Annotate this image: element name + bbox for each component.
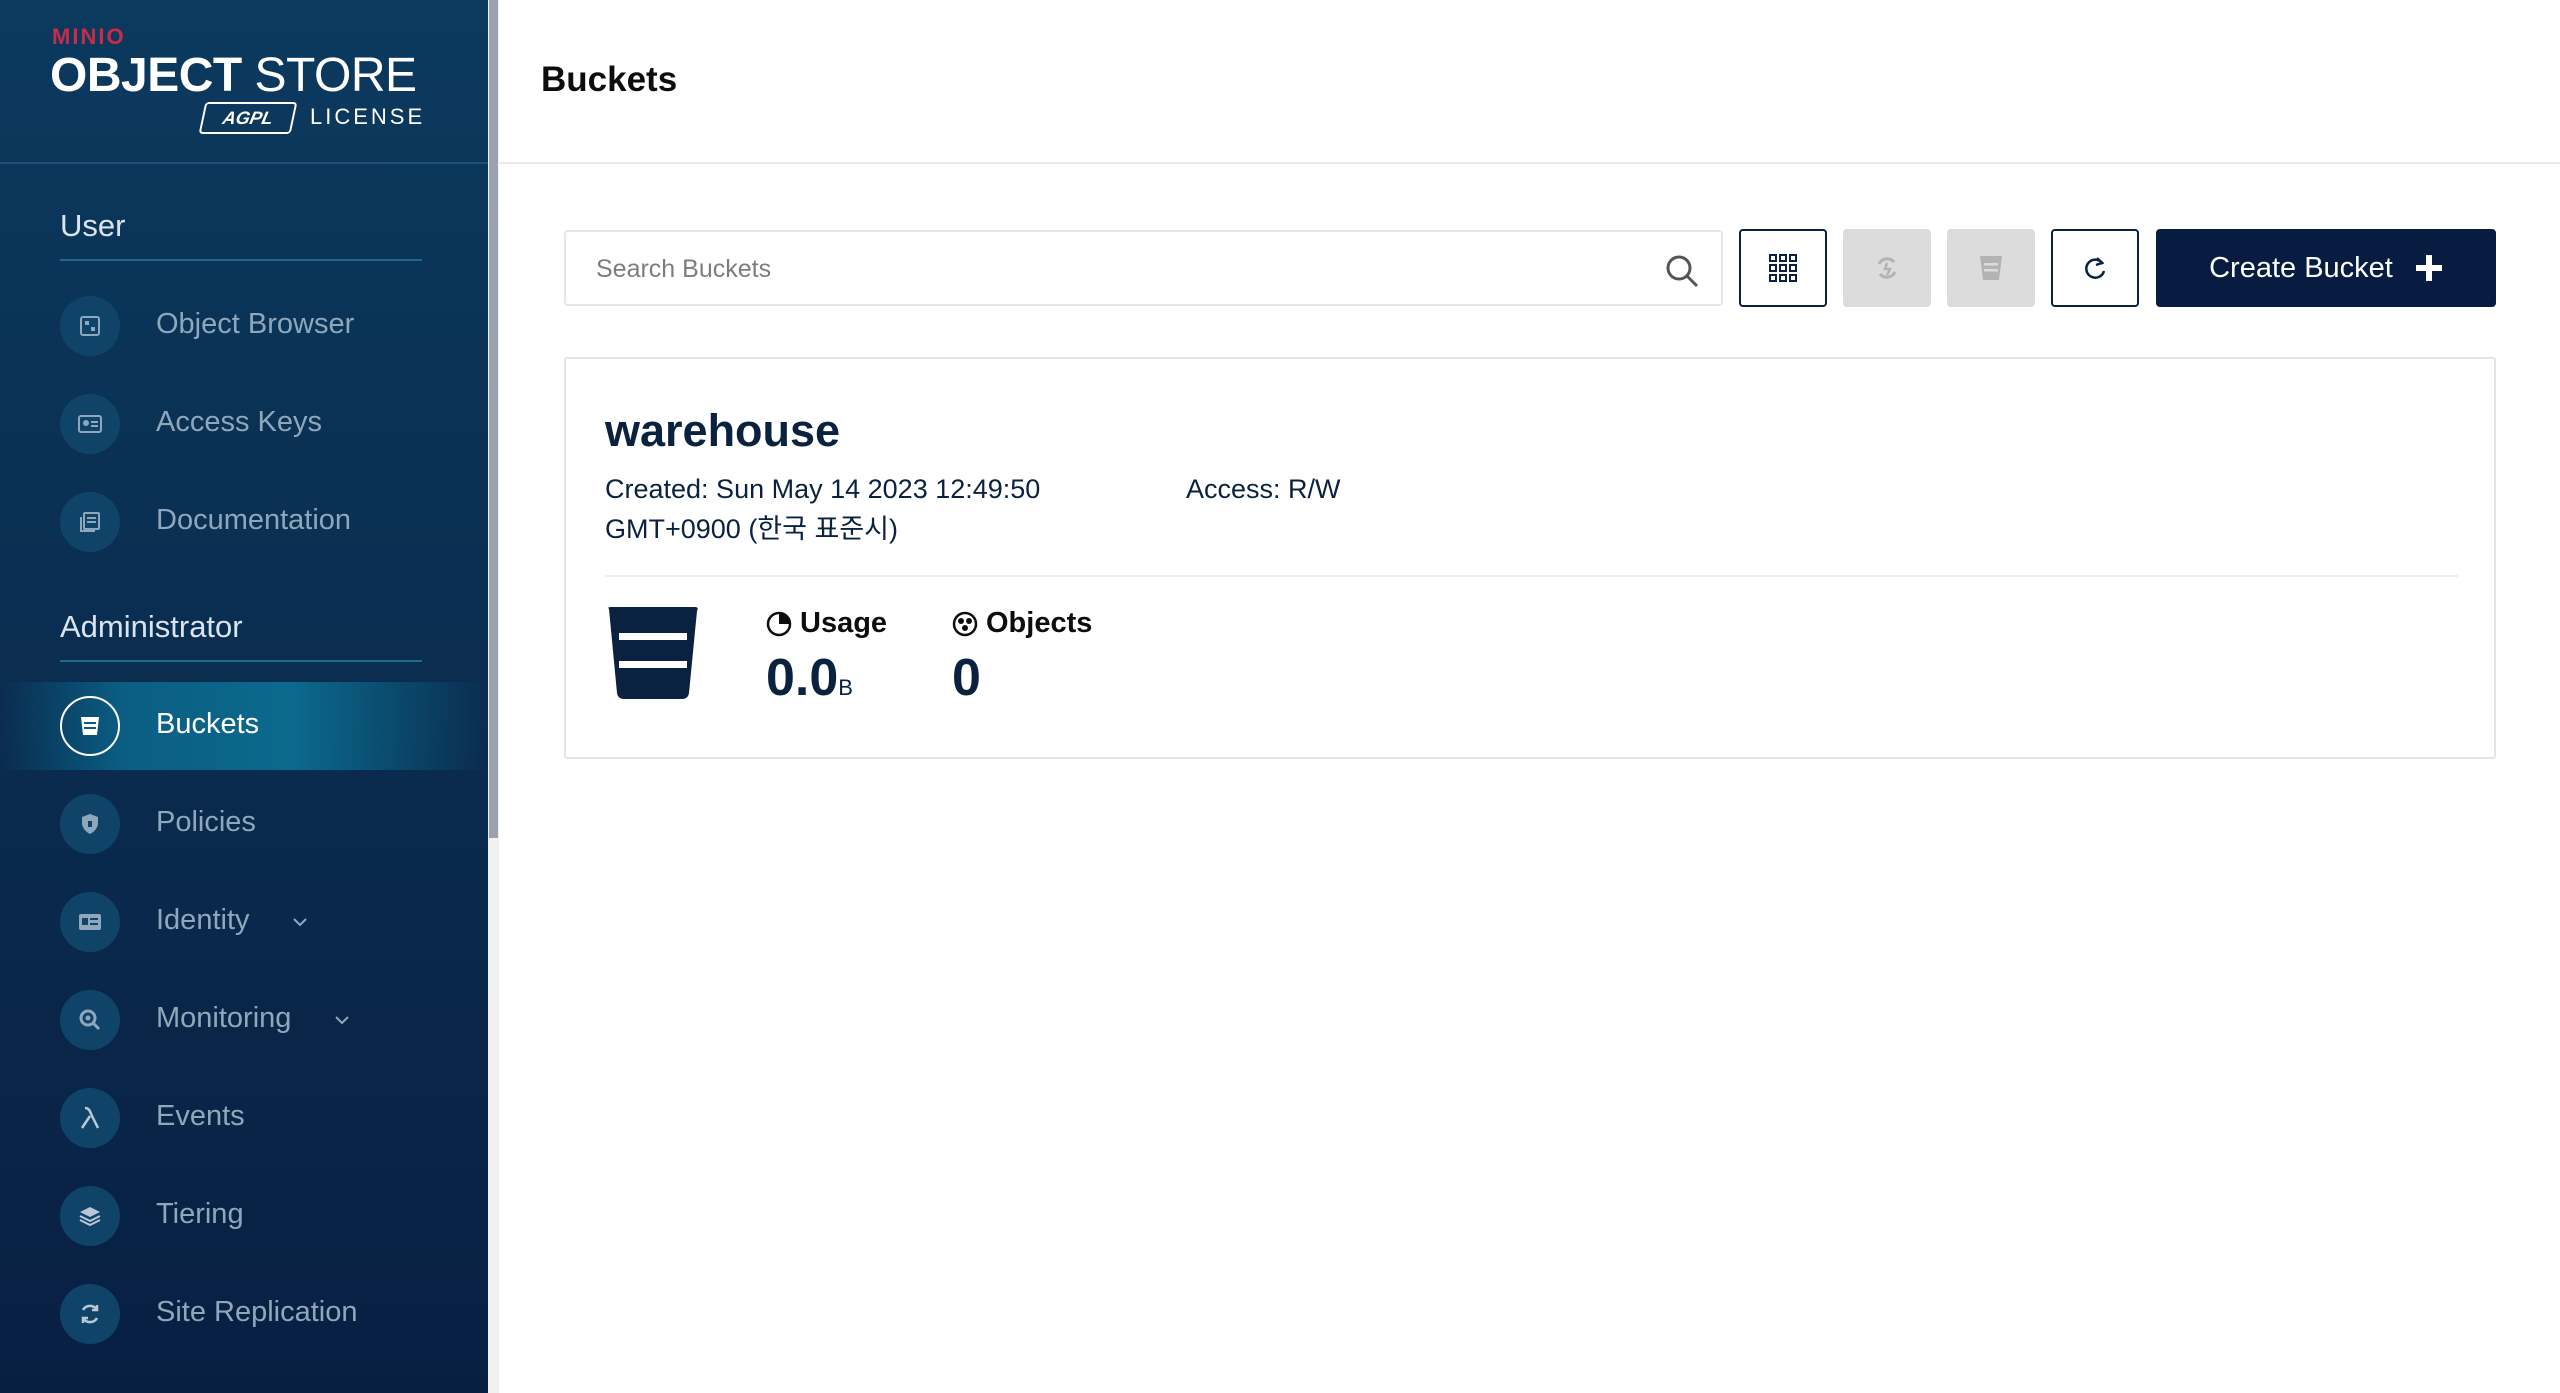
scrollbar-thumb[interactable] (489, 0, 498, 838)
sidebar-item-access-keys[interactable]: Access Keys (0, 380, 488, 468)
sidebar-item-documentation[interactable]: Documentation (0, 478, 488, 566)
sidebar-item-object-browser[interactable]: Object Browser (0, 282, 488, 370)
access-keys-icon (60, 394, 120, 454)
shield-icon (60, 794, 120, 854)
section-title-user: User (60, 208, 126, 243)
bucket-lifecycle-icon (1980, 256, 2002, 280)
objects-stat: Objects 0 (952, 607, 1092, 708)
page-title: Buckets (541, 60, 678, 99)
sidebar: MINIO OBJECT STORE AGPL LICENSE User Obj… (0, 0, 488, 1393)
usage-label: Usage (800, 607, 888, 639)
agpl-badge: AGPL (198, 102, 298, 134)
object-browser-icon (60, 296, 120, 356)
card-divider (605, 575, 2458, 577)
section-divider (60, 660, 422, 662)
section-divider (60, 259, 422, 261)
layers-icon (60, 1186, 120, 1246)
app: MINIO OBJECT STORE AGPL LICENSE User Obj… (0, 0, 2560, 1393)
objects-value: 0 (952, 649, 981, 707)
bucket-card[interactable]: warehouse Created: Sun May 14 2023 12:49… (564, 357, 2496, 759)
usage-stat: Usage 0.0B (766, 607, 887, 708)
grid-icon (1769, 254, 1797, 282)
sidebar-item-monitoring[interactable]: Monitoring (0, 976, 488, 1064)
documentation-icon (60, 492, 120, 552)
sidebar-item-label: Identity (156, 904, 250, 936)
lambda-icon (60, 1088, 120, 1148)
sidebar-item-label: Monitoring (156, 1002, 292, 1034)
identity-card-icon (60, 892, 120, 952)
replication-icon (60, 1284, 120, 1344)
section-title-administrator: Administrator (60, 609, 243, 644)
sidebar-item-events[interactable]: Events (0, 1074, 488, 1162)
logo-license-text: LICENSE (310, 104, 426, 129)
sidebar-scrollbar[interactable] (488, 0, 499, 1393)
logo-minio-text: MINIO (52, 24, 126, 49)
sidebar-item-site-replication[interactable]: Site Replication (0, 1270, 488, 1358)
create-bucket-label: Create Bucket (2209, 251, 2393, 284)
sidebar-item-label: Access Keys (156, 406, 322, 438)
search-box[interactable] (564, 230, 1723, 306)
plus-icon (2415, 255, 2442, 281)
sidebar-item-policies[interactable]: Policies (0, 780, 488, 868)
sidebar-item-label: Site Replication (156, 1296, 358, 1328)
bucket-icon (60, 696, 120, 756)
sidebar-item-buckets[interactable]: Buckets (0, 682, 488, 770)
sidebar-item-label: Buckets (156, 708, 260, 740)
objects-icon (952, 611, 978, 636)
sidebar-item-label: Object Browser (156, 308, 355, 340)
pie-chart-icon (766, 611, 792, 636)
bucket-icon (608, 607, 698, 699)
monitoring-icon (60, 990, 120, 1050)
refresh-icon (2085, 257, 2106, 279)
set-lifecycle-button[interactable] (1947, 229, 2035, 307)
bucket-created-date: Created: Sun May 14 2023 12:49:50 GMT+09… (605, 474, 1041, 544)
create-bucket-button[interactable]: Create Bucket (2156, 229, 2496, 307)
usage-value: 0.0B (766, 649, 853, 707)
sidebar-item-label: Policies (156, 806, 256, 838)
sidebar-item-identity[interactable]: Identity (0, 878, 488, 966)
bucket-name[interactable]: warehouse (605, 405, 840, 457)
list-view-button[interactable] (1739, 229, 1827, 307)
sidebar-item-label: Events (156, 1100, 245, 1132)
sidebar-item-label: Documentation (156, 504, 352, 536)
set-replication-button[interactable] (1843, 229, 1931, 307)
sidebar-item-label: Tiering (156, 1198, 244, 1230)
bucket-access: Access: R/W (1186, 474, 1341, 504)
sidebar-item-tiering[interactable]: Tiering (0, 1172, 488, 1260)
refresh-button[interactable] (2051, 229, 2139, 307)
replication-icon (1877, 257, 1897, 279)
main-content: Buckets Search Buckets Create Bucket war… (499, 0, 2560, 1393)
search-icon[interactable] (1663, 252, 1701, 290)
logo[interactable]: MINIO OBJECT STORE AGPL LICENSE (0, 0, 488, 164)
chevron-down-icon[interactable] (332, 1010, 352, 1030)
objects-label: Objects (986, 607, 1093, 639)
page-header: Buckets (499, 0, 2560, 164)
logo-product-name: OBJECT STORE (50, 49, 417, 102)
chevron-down-icon[interactable] (290, 912, 310, 932)
search-input[interactable] (596, 250, 1636, 288)
usage-unit: B (838, 675, 853, 700)
